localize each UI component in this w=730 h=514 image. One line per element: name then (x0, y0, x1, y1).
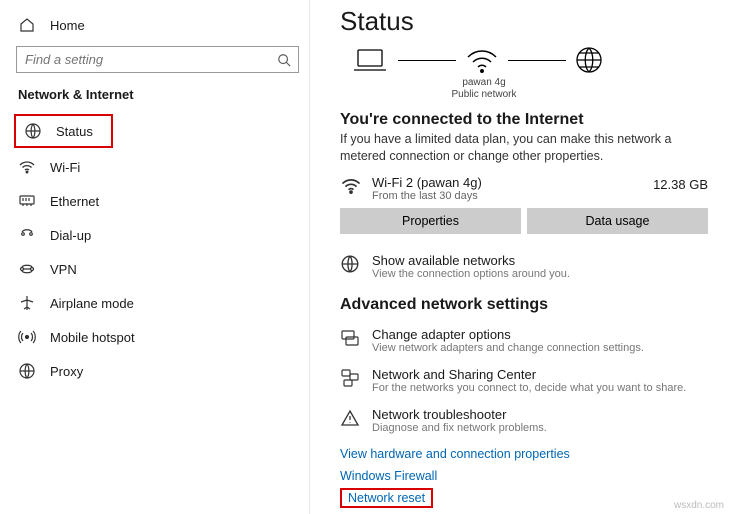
sidebar-item-wifi[interactable]: Wi-Fi (8, 150, 309, 184)
home-icon (18, 16, 36, 34)
warning-icon (340, 408, 360, 428)
diagram-line (398, 60, 456, 61)
list-item-title: Network troubleshooter (372, 407, 547, 422)
sidebar-item-label: Mobile hotspot (50, 330, 135, 345)
diagram-line (508, 60, 566, 61)
sidebar-item-airplane[interactable]: Airplane mode (8, 286, 309, 320)
search-icon (277, 53, 291, 67)
sidebar-item-proxy[interactable]: Proxy (8, 354, 309, 388)
list-item-title: Show available networks (372, 253, 570, 268)
sharing-icon (340, 368, 360, 388)
wifi-icon (340, 175, 362, 197)
list-item-sub: View network adapters and change connect… (372, 342, 644, 354)
proxy-icon (18, 362, 36, 380)
ethernet-icon (18, 192, 36, 210)
sidebar-item-label: Status (56, 124, 93, 139)
wifi-diagram-icon (464, 47, 500, 73)
connection-sub: From the last 30 days (372, 190, 643, 202)
troubleshooter-item[interactable]: Network troubleshooter Diagnose and fix … (340, 402, 708, 442)
vpn-icon (18, 260, 36, 278)
hotspot-icon (18, 328, 36, 346)
properties-button[interactable]: Properties (340, 208, 521, 234)
list-item-sub: View the connection options around you. (372, 268, 570, 280)
list-item-sub: For the networks you connect to, decide … (372, 382, 686, 394)
home-label: Home (50, 18, 85, 33)
diagram-ssid: pawan 4g (340, 77, 628, 89)
watermark: wsxdn.com (674, 500, 724, 511)
page-title: Status (340, 6, 708, 37)
nav-section-header: Network & Internet (8, 83, 309, 112)
sidebar-item-label: Dial-up (50, 228, 91, 243)
wifi-icon (18, 158, 36, 176)
main-content: Status pawan 4g Public network You're co… (310, 0, 730, 514)
connection-heading: You're connected to the Internet (340, 111, 708, 129)
adapter-icon (340, 328, 360, 348)
globe-diagram-icon (574, 45, 604, 75)
sidebar-item-label: Airplane mode (50, 296, 134, 311)
dialup-icon (18, 226, 36, 244)
windows-firewall-link[interactable]: Windows Firewall (340, 466, 437, 486)
diagram-nettype: Public network (340, 89, 628, 101)
sidebar-item-label: VPN (50, 262, 77, 277)
hardware-properties-link[interactable]: View hardware and connection properties (340, 444, 570, 464)
connection-row: Wi-Fi 2 (pawan 4g) From the last 30 days… (340, 173, 708, 208)
adapter-options-item[interactable]: Change adapter options View network adap… (340, 322, 708, 362)
sidebar: Home Network & Internet Status Wi-Fi (0, 0, 310, 514)
advanced-heading: Advanced network settings (340, 296, 708, 314)
laptop-icon (350, 46, 390, 74)
diagram-caption: pawan 4g Public network (340, 77, 628, 101)
home-button[interactable]: Home (8, 8, 309, 42)
sidebar-item-ethernet[interactable]: Ethernet (8, 184, 309, 218)
data-usage-button[interactable]: Data usage (527, 208, 708, 234)
sidebar-item-label: Ethernet (50, 194, 99, 209)
sidebar-item-vpn[interactable]: VPN (8, 252, 309, 286)
sidebar-item-label: Proxy (50, 364, 83, 379)
connection-data-usage: 12.38 GB (653, 177, 708, 192)
sidebar-item-dialup[interactable]: Dial-up (8, 218, 309, 252)
search-input[interactable] (16, 46, 299, 73)
button-row: Properties Data usage (340, 208, 708, 234)
airplane-icon (18, 294, 36, 312)
network-reset-link[interactable]: Network reset (340, 488, 433, 508)
connection-name: Wi-Fi 2 (pawan 4g) (372, 175, 643, 190)
sidebar-item-label: Wi-Fi (50, 160, 80, 175)
globe-icon (340, 254, 360, 274)
list-item-sub: Diagnose and fix network problems. (372, 422, 547, 434)
search-container (16, 46, 299, 73)
status-icon (24, 122, 42, 140)
sharing-center-item[interactable]: Network and Sharing Center For the netwo… (340, 362, 708, 402)
show-networks-item[interactable]: Show available networks View the connect… (340, 248, 708, 288)
list-item-title: Network and Sharing Center (372, 367, 686, 382)
connection-body: If you have a limited data plan, you can… (340, 131, 708, 165)
sidebar-item-status[interactable]: Status (14, 114, 113, 148)
list-item-title: Change adapter options (372, 327, 644, 342)
sidebar-item-hotspot[interactable]: Mobile hotspot (8, 320, 309, 354)
network-diagram (350, 45, 708, 75)
